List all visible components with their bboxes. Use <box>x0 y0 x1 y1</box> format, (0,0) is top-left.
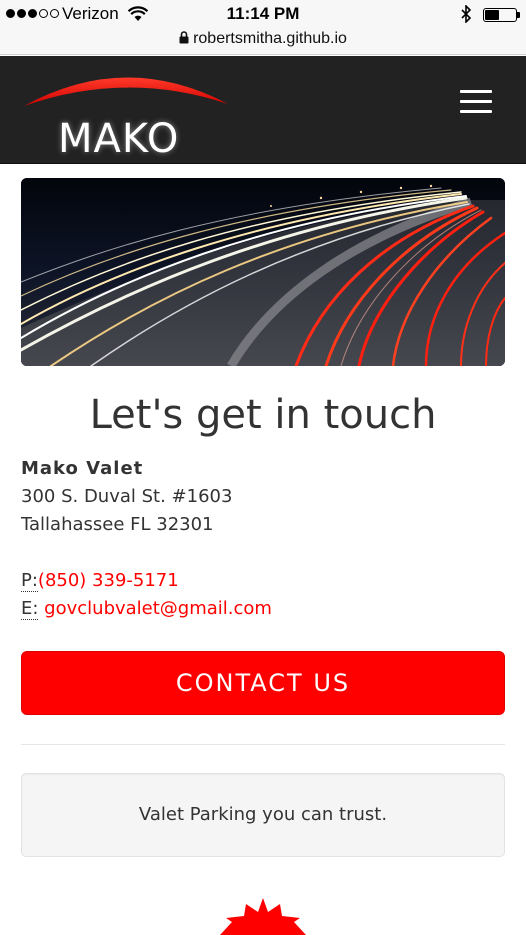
footer-starburst-icon <box>220 898 306 935</box>
address-block: Mako Valet 300 S. Duval St. #1603 Tallah… <box>21 455 232 539</box>
hero-image <box>21 178 505 366</box>
hamburger-icon-bar <box>460 99 492 103</box>
mako-logo[interactable]: MAKO <box>22 62 230 162</box>
address-line-1: 300 S. Duval St. #1603 <box>21 486 233 507</box>
clock-time: 11:14 PM <box>226 4 300 23</box>
lock-icon <box>179 31 189 44</box>
email-link[interactable]: govclubvalet@gmail.com <box>44 598 272 619</box>
section-divider <box>21 744 505 745</box>
email-label: E: <box>21 598 39 620</box>
phone-label: P: <box>21 570 38 592</box>
site-navbar: MAKO <box>0 56 526 164</box>
address-bar[interactable]: robertsmitha.github.io <box>0 28 526 55</box>
hamburger-icon <box>460 89 492 93</box>
logo-wordmark: MAKO <box>58 116 180 162</box>
menu-toggle-button[interactable] <box>451 80 501 122</box>
phone-link[interactable]: (850) 339-5171 <box>38 570 179 591</box>
email-line: E: govclubvalet@gmail.com <box>21 595 272 623</box>
url-text[interactable]: robertsmitha.github.io <box>193 30 347 47</box>
page-heading: Let's get in touch <box>89 392 437 438</box>
hamburger-icon-bar <box>460 109 492 113</box>
battery-terminal <box>517 12 520 18</box>
phone-line: P:(850) 339-5171 <box>21 567 272 595</box>
battery-level <box>485 10 499 20</box>
tagline-well: Valet Parking you can trust. <box>21 773 505 857</box>
address-line-2: Tallahassee FL 32301 <box>21 514 214 535</box>
status-bar: Verizon 11:14 PM <box>0 0 526 28</box>
battery-icon <box>483 8 520 22</box>
company-name: Mako Valet <box>21 458 144 479</box>
bluetooth-icon <box>461 5 472 23</box>
logo-swoosh-icon <box>24 77 228 106</box>
contact-lines: P:(850) 339-5171 E: govclubvalet@gmail.c… <box>21 567 272 623</box>
tagline-text: Valet Parking you can trust. <box>138 804 388 825</box>
contact-us-button[interactable]: CONTACT US <box>21 651 505 715</box>
